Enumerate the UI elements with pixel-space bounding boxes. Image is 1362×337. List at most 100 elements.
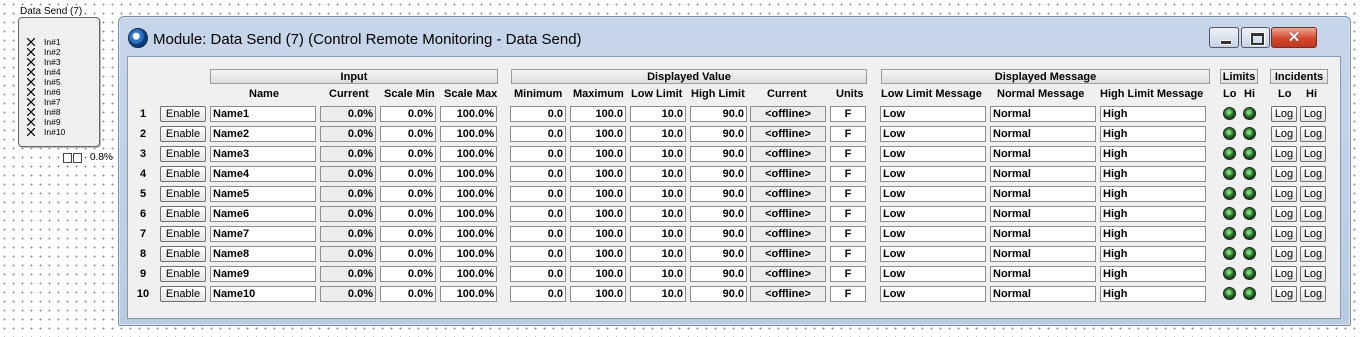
name-field[interactable]: Name2: [210, 126, 316, 142]
name-field[interactable]: Name4: [210, 166, 316, 182]
maximum-field[interactable]: 100.0: [570, 286, 626, 302]
enable-button[interactable]: Enable: [160, 286, 206, 302]
enable-button[interactable]: Enable: [160, 206, 206, 222]
scale-min-field[interactable]: 0.0%: [380, 106, 436, 122]
units-field[interactable]: F: [830, 106, 866, 122]
scale-min-field[interactable]: 0.0%: [380, 126, 436, 142]
units-field[interactable]: F: [830, 246, 866, 262]
low-limit-message-field[interactable]: Low: [880, 226, 986, 242]
high-limit-message-field[interactable]: High: [1100, 206, 1206, 222]
scale-max-field[interactable]: 100.0%: [440, 106, 497, 122]
scale-min-field[interactable]: 0.0%: [380, 266, 436, 282]
units-field[interactable]: F: [830, 186, 866, 202]
name-field[interactable]: Name1: [210, 106, 316, 122]
maximum-field[interactable]: 100.0: [570, 126, 626, 142]
close-button[interactable]: ✕: [1271, 27, 1317, 48]
low-limit-field[interactable]: 10.0: [630, 286, 686, 302]
log-lo-button[interactable]: Log: [1271, 286, 1297, 302]
maximum-field[interactable]: 100.0: [570, 106, 626, 122]
scale-max-field[interactable]: 100.0%: [440, 286, 497, 302]
high-limit-field[interactable]: 90.0: [690, 166, 747, 182]
log-hi-button[interactable]: Log: [1300, 186, 1326, 202]
units-field[interactable]: F: [830, 266, 866, 282]
minimum-field[interactable]: 0.0: [510, 226, 566, 242]
log-lo-button[interactable]: Log: [1271, 146, 1297, 162]
log-lo-button[interactable]: Log: [1271, 106, 1297, 122]
log-hi-button[interactable]: Log: [1300, 206, 1326, 222]
units-field[interactable]: F: [830, 166, 866, 182]
enable-button[interactable]: Enable: [160, 226, 206, 242]
units-field[interactable]: F: [830, 286, 866, 302]
low-limit-message-field[interactable]: Low: [880, 126, 986, 142]
maximum-field[interactable]: 100.0: [570, 226, 626, 242]
high-limit-field[interactable]: 90.0: [690, 226, 747, 242]
low-limit-field[interactable]: 10.0: [630, 106, 686, 122]
name-field[interactable]: Name10: [210, 286, 316, 302]
low-limit-field[interactable]: 10.0: [630, 126, 686, 142]
minimum-field[interactable]: 0.0: [510, 106, 566, 122]
low-limit-message-field[interactable]: Low: [880, 186, 986, 202]
minimum-field[interactable]: 0.0: [510, 126, 566, 142]
high-limit-field[interactable]: 90.0: [690, 186, 747, 202]
high-limit-field[interactable]: 90.0: [690, 126, 747, 142]
log-hi-button[interactable]: Log: [1300, 226, 1326, 242]
name-field[interactable]: Name7: [210, 226, 316, 242]
high-limit-message-field[interactable]: High: [1100, 126, 1206, 142]
log-lo-button[interactable]: Log: [1271, 166, 1297, 182]
scale-max-field[interactable]: 100.0%: [440, 186, 497, 202]
minimum-field[interactable]: 0.0: [510, 186, 566, 202]
low-limit-field[interactable]: 10.0: [630, 166, 686, 182]
normal-message-field[interactable]: Normal: [990, 266, 1096, 282]
title-bar[interactable]: Module: Data Send (7) (Control Remote Mo…: [119, 17, 1350, 57]
high-limit-message-field[interactable]: High: [1100, 246, 1206, 262]
log-lo-button[interactable]: Log: [1271, 266, 1297, 282]
high-limit-message-field[interactable]: High: [1100, 286, 1206, 302]
maximum-field[interactable]: 100.0: [570, 266, 626, 282]
data-send-block[interactable]: In#1 In#2 In#3 In#4 In#5 In#6 In#7 In#8 In#9 In#1…: [18, 17, 113, 163]
low-limit-field[interactable]: 10.0: [630, 146, 686, 162]
high-limit-field[interactable]: 90.0: [690, 106, 747, 122]
enable-button[interactable]: Enable: [160, 186, 206, 202]
maximum-field[interactable]: 100.0: [570, 146, 626, 162]
log-lo-button[interactable]: Log: [1271, 206, 1297, 222]
enable-button[interactable]: Enable: [160, 126, 206, 142]
normal-message-field[interactable]: Normal: [990, 186, 1096, 202]
high-limit-field[interactable]: 90.0: [690, 266, 747, 282]
minimum-field[interactable]: 0.0: [510, 146, 566, 162]
enable-button[interactable]: Enable: [160, 106, 206, 122]
maximum-field[interactable]: 100.0: [570, 166, 626, 182]
low-limit-field[interactable]: 10.0: [630, 226, 686, 242]
scale-min-field[interactable]: 0.0%: [380, 146, 436, 162]
low-limit-message-field[interactable]: Low: [880, 106, 986, 122]
scale-min-field[interactable]: 0.0%: [380, 166, 436, 182]
log-lo-button[interactable]: Log: [1271, 126, 1297, 142]
log-hi-button[interactable]: Log: [1300, 126, 1326, 142]
high-limit-message-field[interactable]: High: [1100, 166, 1206, 182]
log-lo-button[interactable]: Log: [1271, 186, 1297, 202]
scale-max-field[interactable]: 100.0%: [440, 246, 497, 262]
normal-message-field[interactable]: Normal: [990, 226, 1096, 242]
minimum-field[interactable]: 0.0: [510, 206, 566, 222]
log-hi-button[interactable]: Log: [1300, 266, 1326, 282]
units-field[interactable]: F: [830, 226, 866, 242]
log-hi-button[interactable]: Log: [1300, 106, 1326, 122]
maximum-field[interactable]: 100.0: [570, 186, 626, 202]
scale-min-field[interactable]: 0.0%: [380, 226, 436, 242]
name-field[interactable]: Name5: [210, 186, 316, 202]
log-hi-button[interactable]: Log: [1300, 246, 1326, 262]
scale-max-field[interactable]: 100.0%: [440, 146, 497, 162]
scale-min-field[interactable]: 0.0%: [380, 206, 436, 222]
minimum-field[interactable]: 0.0: [510, 246, 566, 262]
high-limit-message-field[interactable]: High: [1100, 226, 1206, 242]
normal-message-field[interactable]: Normal: [990, 126, 1096, 142]
low-limit-field[interactable]: 10.0: [630, 206, 686, 222]
log-lo-button[interactable]: Log: [1271, 246, 1297, 262]
high-limit-message-field[interactable]: High: [1100, 106, 1206, 122]
scale-max-field[interactable]: 100.0%: [440, 206, 497, 222]
low-limit-message-field[interactable]: Low: [880, 246, 986, 262]
low-limit-message-field[interactable]: Low: [880, 286, 986, 302]
minimum-field[interactable]: 0.0: [510, 286, 566, 302]
app-icon[interactable]: [128, 28, 148, 48]
low-limit-field[interactable]: 10.0: [630, 186, 686, 202]
high-limit-field[interactable]: 90.0: [690, 146, 747, 162]
